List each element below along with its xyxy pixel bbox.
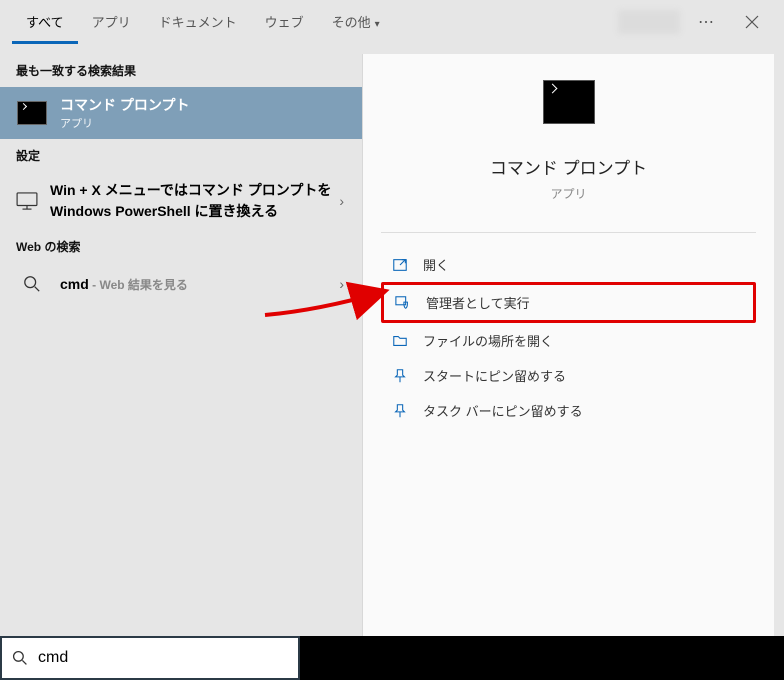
main: 最も一致する検索結果 コマンド プロンプト アプリ 設定 Win + X メニュ… [0,44,784,636]
tab-web[interactable]: ウェブ [251,0,318,44]
tab-all[interactable]: すべて [12,0,78,44]
action-label: ファイルの場所を開く [423,331,553,350]
detail-subtitle: アプリ [363,185,774,202]
search-bar-area [0,636,784,680]
account-area[interactable] [618,10,680,34]
search-input[interactable] [38,649,288,667]
detail-title: コマンド プロンプト [363,154,774,179]
tab-documents[interactable]: ドキュメント [145,0,251,44]
actions-list: 開く 管理者として実行 ファイルの場所を開く スタートにピン留めする タスク バ… [363,247,774,428]
search-icon [16,271,48,297]
section-best-match: 最も一致する検索結果 [0,54,362,87]
section-web: Web の検索 [0,230,362,263]
result-command-prompt[interactable]: コマンド プロンプト アプリ [0,87,362,139]
header: すべて アプリ ドキュメント ウェブ その他▾ ⋯ [0,0,784,44]
more-button[interactable]: ⋯ [686,2,726,42]
chevron-down-icon: ▾ [375,19,380,30]
action-run-as-admin[interactable]: 管理者として実行 [381,282,756,323]
tab-apps[interactable]: アプリ [78,0,145,44]
action-pin-start[interactable]: スタートにピン留めする [381,358,756,393]
tab-other[interactable]: その他▾ [318,0,394,44]
action-pin-taskbar[interactable]: タスク バーにピン留めする [381,393,756,428]
action-label: スタートにピン留めする [423,366,566,385]
action-label: 開く [423,255,449,274]
action-file-location[interactable]: ファイルの場所を開く [381,323,756,358]
folder-icon [391,332,409,350]
chevron-right-icon: › [339,193,344,209]
action-label: 管理者として実行 [426,293,530,312]
action-open[interactable]: 開く [381,247,756,282]
taskbar-strip [300,636,784,680]
divider [381,232,756,233]
pin-icon [391,402,409,420]
open-icon [391,256,409,274]
action-label: タスク バーにピン留めする [423,401,583,420]
result-settings-winx[interactable]: Win + X メニューではコマンド プロンプトを Windows PowerS… [0,172,362,230]
monitor-icon [16,188,38,214]
detail-panel: コマンド プロンプト アプリ 開く 管理者として実行 ファイルの場所を開く スタ… [362,54,774,636]
shield-run-icon [394,294,412,312]
section-settings: 設定 [0,139,362,172]
results-panel: 最も一致する検索結果 コマンド プロンプト アプリ 設定 Win + X メニュ… [0,44,362,636]
tabs: すべて アプリ ドキュメント ウェブ その他▾ [12,0,394,44]
result-web-cmd[interactable]: cmd - Web 結果を見る › [0,263,362,305]
pin-icon [391,367,409,385]
close-button[interactable] [732,2,772,42]
close-icon [745,15,759,29]
result-subtitle: アプリ [60,115,189,131]
result-title: コマンド プロンプト [60,95,189,115]
result-title: cmd - Web 結果を見る [60,276,188,293]
search-icon [12,650,28,666]
search-box[interactable] [0,636,300,680]
chevron-right-icon: › [339,276,344,292]
cmd-icon [543,80,595,124]
cmd-icon [17,101,47,125]
result-title: Win + X メニューではコマンド プロンプトを Windows PowerS… [50,180,346,222]
